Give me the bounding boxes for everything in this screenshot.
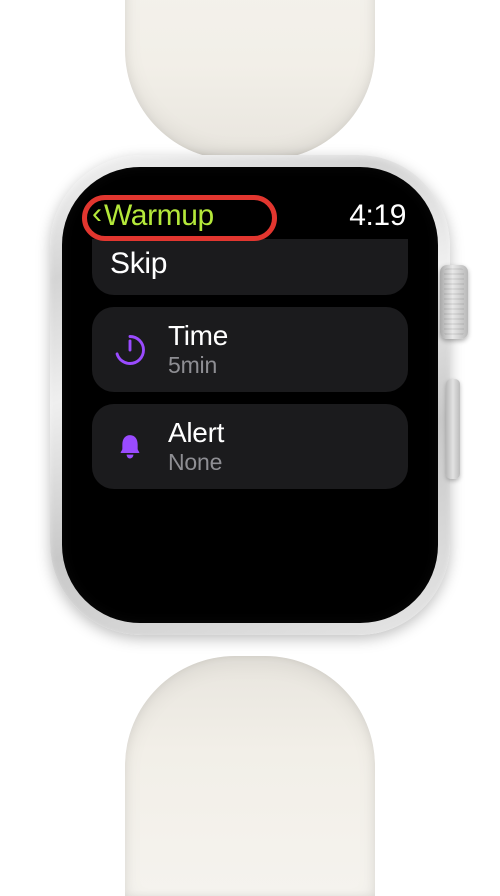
row-skip-label: Skip [110,247,167,280]
row-skip[interactable]: Skip [92,239,408,295]
screen: ‹ Warmup 4:19 Skip [92,197,408,593]
back-button[interactable]: ‹ Warmup [92,199,214,233]
page-title: Warmup [104,199,214,233]
settings-list: Skip Time 5min [92,239,408,593]
watch-case: ‹ Warmup 4:19 Skip [50,155,450,635]
watch-band-bottom [125,656,375,896]
row-time-value: 5min [168,352,228,378]
row-alert-label: Alert [168,418,224,449]
watch-band-top [125,0,375,160]
row-alert[interactable]: Alert None [92,404,408,489]
bell-icon [110,427,150,467]
row-alert-value: None [168,449,224,475]
row-time-label: Time [168,321,228,352]
row-time[interactable]: Time 5min [92,307,408,392]
side-button[interactable] [446,379,460,479]
status-time: 4:19 [349,199,406,233]
digital-crown[interactable] [440,265,468,339]
header: ‹ Warmup 4:19 [92,197,408,239]
chevron-left-icon: ‹ [92,199,102,229]
timer-icon [110,330,150,370]
screen-bezel: ‹ Warmup 4:19 Skip [62,167,438,623]
